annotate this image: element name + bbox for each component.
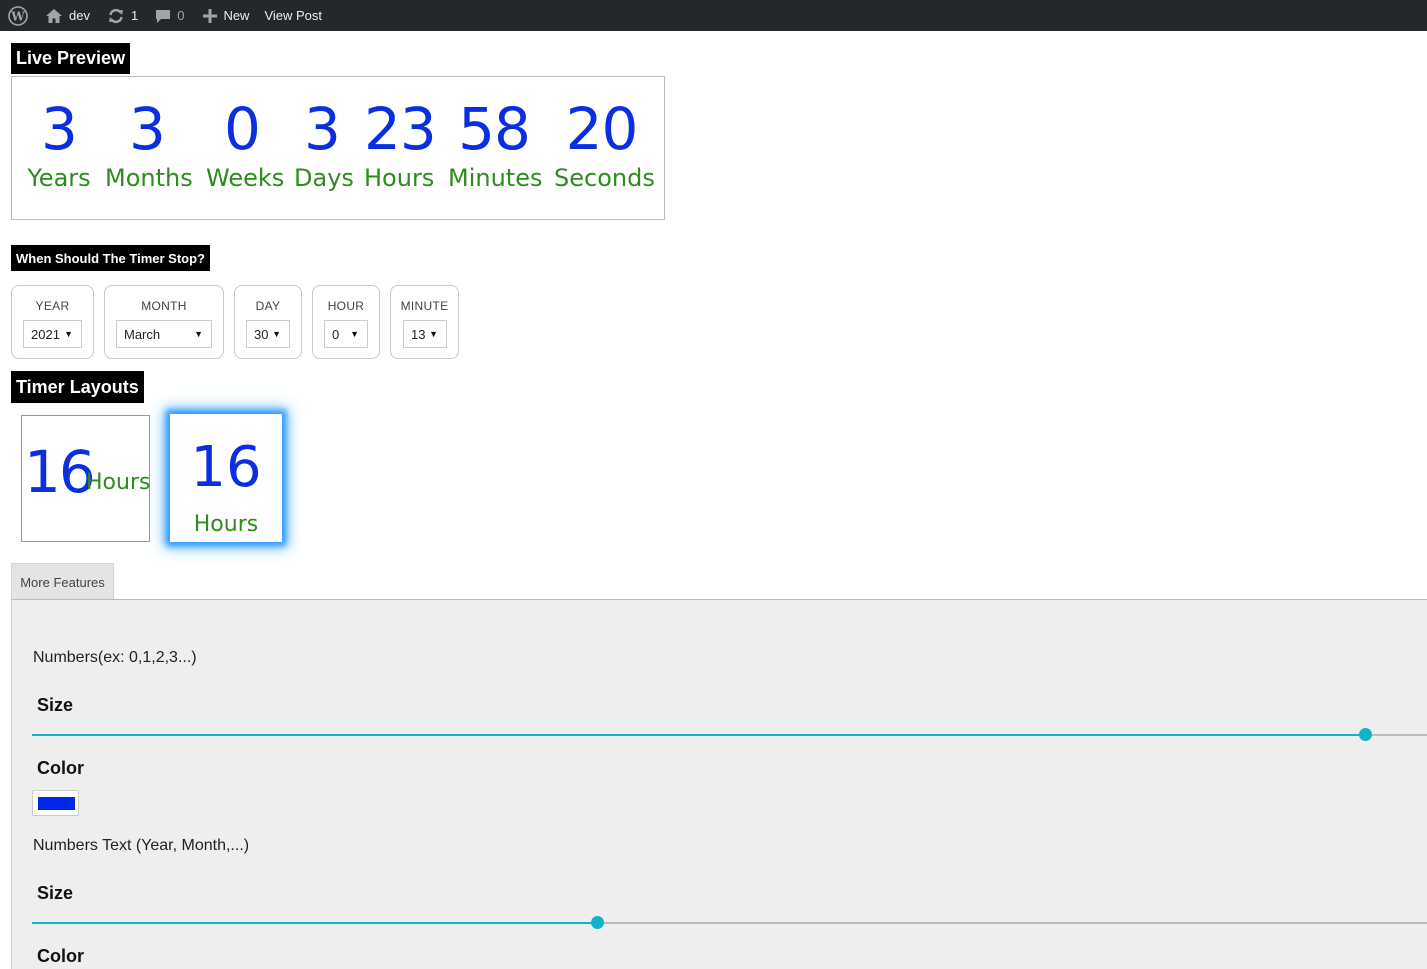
text-size-track-filled — [32, 922, 597, 924]
month-field: MONTH March ▼ — [104, 285, 224, 359]
svg-text:W: W — [10, 9, 25, 23]
minutes-value: 58 — [458, 95, 531, 163]
unit-years: 3 Years — [26, 95, 92, 193]
numbers-size-track-filled — [32, 734, 1365, 736]
numbers-size-label: Size — [37, 695, 74, 715]
unit-months: 3 Months — [105, 95, 193, 193]
seconds-label: Seconds — [554, 164, 655, 192]
updates-link[interactable]: 1 — [97, 0, 145, 31]
day-select-value: 30 — [254, 326, 269, 342]
year-field: YEAR 2021 ▼ — [11, 285, 94, 359]
minute-caption: MINUTE — [400, 299, 449, 313]
stop-time-heading: When Should The Timer Stop? — [11, 245, 210, 271]
day-field: DAY 30 ▼ — [234, 285, 302, 359]
hour-caption: HOUR — [327, 299, 365, 313]
year-select[interactable]: 2021 ▼ — [23, 320, 82, 348]
text-size-label: Size — [37, 883, 74, 903]
weeks-label: Weeks — [206, 164, 285, 192]
unit-minutes: 58 Minutes — [448, 95, 543, 193]
day-caption: DAY — [255, 299, 281, 313]
updates-count: 1 — [130, 8, 139, 23]
numbers-size-track — [1365, 734, 1427, 736]
unit-seconds: 20 Seconds — [554, 95, 655, 193]
text-size-track — [597, 922, 1427, 924]
numbers-size-thumb[interactable] — [1359, 728, 1372, 741]
years-label: Years — [27, 164, 91, 192]
home-icon — [46, 8, 62, 23]
admin-bar: W dev 1 0 New View Post — [0, 0, 1427, 31]
layout-option-inline[interactable]: 16 Hours — [21, 415, 150, 542]
months-value: 3 — [129, 95, 166, 163]
years-value: 3 — [41, 95, 78, 163]
months-label: Months — [105, 164, 193, 192]
site-name: dev — [69, 8, 90, 23]
timer-layouts-heading: Timer Layouts — [11, 371, 144, 403]
hour-select-value: 0 — [332, 326, 340, 342]
view-post-label: View Post — [264, 8, 323, 23]
text-section-title: Numbers Text (Year, Month,...) — [33, 837, 250, 854]
minute-select-value: 13 — [411, 326, 426, 342]
month-caption: MONTH — [141, 299, 187, 313]
month-select-value: March — [124, 326, 161, 342]
dropdown-arrow-icon: ▼ — [272, 329, 281, 339]
hour-field: HOUR 0 ▼ — [312, 285, 380, 359]
seconds-value: 20 — [565, 95, 639, 163]
layout-inline-label: Hours — [86, 470, 151, 495]
comments-link[interactable]: 0 — [145, 0, 191, 31]
hours-value: 23 — [364, 95, 437, 163]
hours-label: Hours — [364, 164, 435, 192]
layout-inline-value: 16 — [24, 438, 96, 506]
unit-days: 3 Days — [294, 95, 354, 193]
day-select[interactable]: 30 ▼ — [246, 320, 290, 348]
comments-count: 0 — [177, 8, 185, 23]
live-preview-box: 3 Years 3 Months 0 Weeks 3 Days 23 Hours… — [11, 76, 665, 220]
dropdown-arrow-icon: ▼ — [194, 329, 203, 339]
unit-weeks: 0 Weeks — [206, 95, 285, 193]
plus-icon — [203, 8, 218, 23]
text-size-thumb[interactable] — [591, 916, 604, 929]
view-post-link[interactable]: View Post — [256, 0, 329, 31]
month-select[interactable]: March ▼ — [116, 320, 212, 348]
more-features-panel: Numbers(ex: 0,1,2,3...) Size Color Numbe… — [11, 599, 1427, 969]
days-value: 3 — [304, 95, 341, 163]
layout-stacked-value: 16 — [190, 435, 262, 500]
numbers-color-picker[interactable] — [32, 790, 79, 816]
layout-stacked-label: Hours — [193, 512, 259, 537]
numbers-color-label: Color — [37, 758, 84, 778]
minutes-label: Minutes — [448, 164, 543, 192]
days-label: Days — [294, 164, 354, 192]
dropdown-arrow-icon: ▼ — [429, 329, 438, 339]
wordpress-logo-button[interactable]: W — [0, 0, 35, 31]
numbers-size-slider[interactable] — [32, 728, 1427, 742]
comment-bubble-icon — [156, 9, 171, 23]
dropdown-arrow-icon: ▼ — [350, 329, 359, 339]
weeks-value: 0 — [224, 95, 261, 163]
text-color-label: Color — [37, 946, 84, 966]
unit-hours: 23 Hours — [364, 95, 437, 193]
tab-more-features[interactable]: More Features — [11, 563, 114, 600]
dropdown-arrow-icon: ▼ — [64, 329, 73, 339]
numbers-section-title: Numbers(ex: 0,1,2,3...) — [33, 649, 197, 666]
year-caption: YEAR — [35, 299, 70, 313]
new-content-button[interactable]: New — [191, 0, 256, 31]
year-select-value: 2021 — [31, 326, 60, 342]
wordpress-logo-icon: W — [8, 5, 28, 26]
minute-select[interactable]: 13 ▼ — [403, 320, 447, 348]
new-label: New — [223, 8, 250, 23]
live-preview-heading: Live Preview — [11, 43, 131, 74]
numbers-color-swatch — [38, 797, 75, 810]
minute-field: MINUTE 13 ▼ — [390, 285, 459, 359]
refresh-icon — [108, 8, 123, 23]
hour-select[interactable]: 0 ▼ — [324, 320, 368, 348]
layout-option-stacked-selected[interactable]: 16 Hours — [170, 414, 282, 542]
text-size-slider[interactable] — [32, 916, 1427, 930]
site-name-link[interactable]: dev — [35, 0, 97, 31]
